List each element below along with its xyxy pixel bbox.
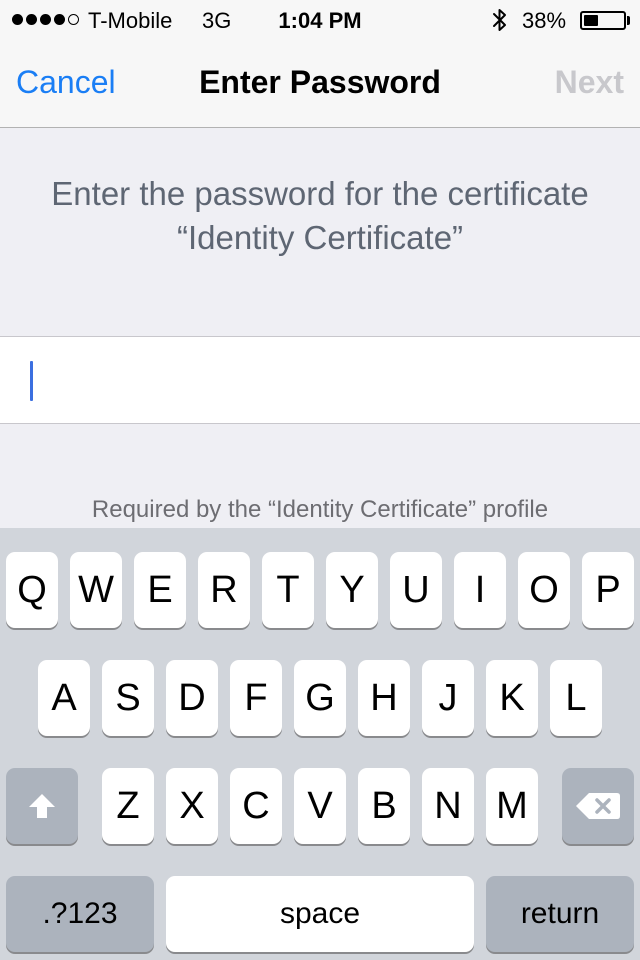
navigation-bar: Cancel Enter Password Next	[0, 40, 640, 128]
password-prompt: Enter the password for the certificate “…	[0, 172, 640, 260]
key-p[interactable]: P	[582, 552, 634, 628]
key-b[interactable]: B	[358, 768, 410, 844]
profile-requirement-note: Required by the “Identity Certificate” p…	[91, 496, 549, 523]
key-j[interactable]: J	[422, 660, 474, 736]
key-v[interactable]: V	[294, 768, 346, 844]
battery-icon	[580, 11, 626, 30]
key-d[interactable]: D	[166, 660, 218, 736]
key-n[interactable]: N	[422, 768, 474, 844]
key-i[interactable]: I	[454, 552, 506, 628]
prompt-line-1: Enter the password for the certificate	[51, 175, 589, 212]
status-bar: T-Mobile 3G 1:04 PM 38%	[0, 0, 640, 40]
keyboard: Q W E R T Y U I O P A S D F G H J K L Z …	[0, 528, 640, 960]
password-field-row	[0, 336, 640, 424]
key-o[interactable]: O	[518, 552, 570, 628]
key-x[interactable]: X	[166, 768, 218, 844]
key-l[interactable]: L	[550, 660, 602, 736]
key-a[interactable]: A	[38, 660, 90, 736]
next-button[interactable]: Next	[555, 64, 624, 101]
key-c[interactable]: C	[230, 768, 282, 844]
key-m[interactable]: M	[486, 768, 538, 844]
key-r[interactable]: R	[198, 552, 250, 628]
delete-key[interactable]	[562, 768, 634, 844]
prompt-line-2: “Identity Certificate”	[176, 219, 464, 256]
battery-percentage: 38%	[522, 8, 567, 33]
battery-terminal	[627, 16, 630, 25]
shift-key[interactable]	[6, 768, 78, 844]
key-g[interactable]: G	[294, 660, 346, 736]
battery-level-fill	[584, 15, 598, 26]
password-input[interactable]	[26, 347, 620, 415]
numbers-key[interactable]: .?123	[6, 876, 154, 952]
key-s[interactable]: S	[102, 660, 154, 736]
shift-arrow-icon	[29, 794, 55, 818]
key-q[interactable]: Q	[6, 552, 58, 628]
delete-backspace-icon	[576, 793, 620, 819]
key-w[interactable]: W	[70, 552, 122, 628]
key-k[interactable]: K	[486, 660, 538, 736]
key-e[interactable]: E	[134, 552, 186, 628]
key-u[interactable]: U	[390, 552, 442, 628]
page-title: Enter Password	[199, 64, 441, 100]
bluetooth-icon	[493, 9, 506, 31]
key-z[interactable]: Z	[102, 768, 154, 844]
key-f[interactable]: F	[230, 660, 282, 736]
space-key[interactable]: space	[166, 876, 474, 952]
key-t[interactable]: T	[262, 552, 314, 628]
return-key[interactable]: return	[486, 876, 634, 952]
key-h[interactable]: H	[358, 660, 410, 736]
text-cursor	[30, 361, 33, 401]
key-y[interactable]: Y	[326, 552, 378, 628]
